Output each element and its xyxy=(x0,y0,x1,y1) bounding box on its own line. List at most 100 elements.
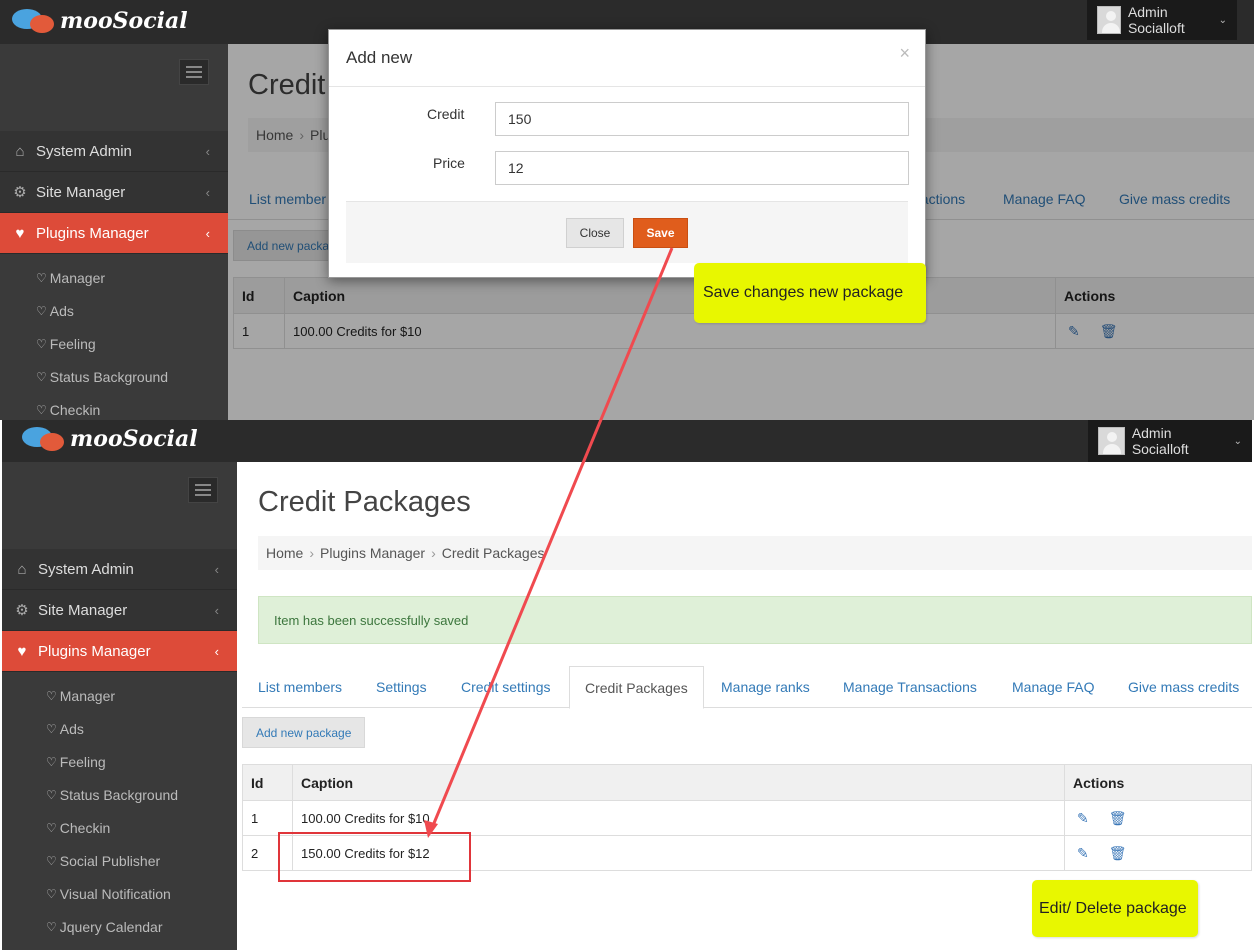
chat-bubbles-logo-icon xyxy=(12,7,56,35)
annotation-edit-note: Edit/ Delete package xyxy=(1032,880,1198,937)
sidebar-item-label: Site Manager xyxy=(36,183,126,201)
sidebar-subitem-label: Ads xyxy=(59,721,84,737)
modal-title: Add new xyxy=(346,48,413,67)
plug-small-icon: ♡ xyxy=(36,304,47,318)
sidebar-subitem-label: Status Background xyxy=(59,787,179,803)
sidebar-item-label: System Admin xyxy=(38,560,134,578)
sidebar-subitem-status-background[interactable]: ♡ Status Background xyxy=(46,783,178,807)
plug-icon: ♥ xyxy=(17,642,27,660)
plug-small-icon: ♡ xyxy=(46,788,57,802)
user-menu[interactable]: Admin Socialloft ⌄ xyxy=(1088,420,1252,462)
sidebar-item-system-admin[interactable]: ⌂ System Admin ‹ xyxy=(2,549,237,590)
sidebar-item-label: Plugins Manager xyxy=(36,224,149,242)
menu-toggle-icon[interactable] xyxy=(179,59,209,85)
screenshot-before-save: mooSocial Admin Socialloft ⌄ ⌂ System Ad… xyxy=(0,0,1254,420)
sidebar-subitem-label: Jquery Calendar xyxy=(59,919,163,935)
sidebar-subitem-feeling[interactable]: ♡ Feeling xyxy=(36,332,96,356)
plug-small-icon: ♡ xyxy=(46,821,57,835)
user-name: Admin Socialloft xyxy=(1131,425,1189,457)
sidebar-subitem-label: Feeling xyxy=(49,336,96,352)
close-button[interactable]: Close xyxy=(566,218,624,248)
logo-text: mooSocial xyxy=(60,8,188,34)
delete-trash-icon[interactable]: 🗑 xyxy=(1109,810,1127,827)
sidebar-subitem-feeling[interactable]: ♡ Feeling xyxy=(46,750,106,774)
sidebar-subitem-label: Checkin xyxy=(59,820,111,836)
sidebar-subitem-status-background[interactable]: ♡ Status Background xyxy=(36,365,168,389)
edit-pencil-icon[interactable]: ✎ xyxy=(1077,845,1089,862)
table-header-row: Id Caption Actions xyxy=(243,765,1251,801)
sidebar-subitem-social-publisher[interactable]: ♡ Social Publisher xyxy=(46,849,160,873)
chevron-left-icon: ‹ xyxy=(205,184,210,200)
sidebar-subitem-checkin[interactable]: ♡ Checkin xyxy=(36,398,100,420)
sidebar-subitem-ads[interactable]: ♡ Ads xyxy=(36,299,74,323)
add-new-package-modal: Add new × Credit Price Close Save xyxy=(328,29,926,278)
plug-small-icon: ♡ xyxy=(36,271,47,285)
chevron-left-icon: ‹ xyxy=(205,225,210,241)
sidebar-subitem-jquery-calendar[interactable]: ♡ Jquery Calendar xyxy=(46,915,163,939)
edit-pencil-icon[interactable]: ✎ xyxy=(1077,810,1089,827)
tab-manage-faq[interactable]: Manage FAQ xyxy=(1012,666,1095,708)
sidebar: ⌂ System Admin ‹ ⚙ Site Manager ‹ ♥ Plug… xyxy=(0,44,228,420)
tab-manage-transactions[interactable]: Manage Transactions xyxy=(843,666,977,708)
plug-small-icon: ♡ xyxy=(36,337,47,351)
breadcrumb-home[interactable]: Home xyxy=(266,545,303,561)
sidebar-item-site-manager[interactable]: ⚙ Site Manager ‹ xyxy=(0,172,228,213)
logo-text: mooSocial xyxy=(70,426,198,452)
breadcrumb-plugins-manager[interactable]: Plugins Manager xyxy=(320,545,425,561)
chevron-left-icon: ‹ xyxy=(214,561,219,577)
cell-id: 1 xyxy=(243,801,293,835)
sidebar-item-label: Plugins Manager xyxy=(38,642,151,660)
user-menu[interactable]: Admin Socialloft ⌄ xyxy=(1087,0,1237,40)
price-input[interactable] xyxy=(495,151,909,185)
tab-give-mass-credits[interactable]: Give mass credits xyxy=(1128,666,1239,708)
table-row: 1 100.00 Credits for $10 ✎ 🗑 xyxy=(243,801,1251,836)
sidebar-subitem-label: Visual Notification xyxy=(59,886,171,902)
header-id: Id xyxy=(243,765,293,800)
price-label: Price xyxy=(433,155,465,171)
tabs-bar: List members Settings Credit settings Cr… xyxy=(242,666,1252,709)
chat-bubbles-logo-icon xyxy=(22,425,66,453)
sidebar-subitem-label: Status Background xyxy=(49,369,169,385)
header-caption: Caption xyxy=(293,765,1065,800)
annotation-save-note: Save changes new package xyxy=(694,263,926,323)
credit-label: Credit xyxy=(427,106,465,122)
moosocial-logo[interactable]: mooSocial xyxy=(22,425,198,453)
user-name: Admin Socialloft xyxy=(1127,4,1185,36)
avatar xyxy=(1097,6,1121,34)
add-new-package-button[interactable]: Add new package xyxy=(242,717,366,748)
cell-actions: ✎ 🗑 xyxy=(1065,801,1252,835)
sidebar-subitem-checkin[interactable]: ♡ Checkin xyxy=(46,816,110,840)
plug-small-icon: ♡ xyxy=(46,689,57,703)
sidebar-item-system-admin[interactable]: ⌂ System Admin ‹ xyxy=(0,131,228,172)
credit-input[interactable] xyxy=(495,102,909,136)
sidebar-item-label: System Admin xyxy=(36,142,132,160)
plug-small-icon: ♡ xyxy=(46,887,57,901)
avatar xyxy=(1098,427,1125,455)
sidebar-subitem-label: Manager xyxy=(59,688,116,704)
tab-settings[interactable]: Settings xyxy=(376,666,427,708)
tab-credit-packages[interactable]: Credit Packages xyxy=(569,666,704,709)
home-icon: ⌂ xyxy=(17,560,27,578)
plug-small-icon: ♡ xyxy=(36,403,47,417)
breadcrumb-separator: › xyxy=(431,545,436,561)
sidebar-item-site-manager[interactable]: ⚙ Site Manager ‹ xyxy=(2,590,237,631)
sidebar-subitem-manager[interactable]: ♡ Manager xyxy=(46,684,115,708)
tab-manage-ranks[interactable]: Manage ranks xyxy=(721,666,810,708)
save-button[interactable]: Save xyxy=(633,218,688,248)
sidebar: ⌂ System Admin ‹ ⚙ Site Manager ‹ ♥ Plug… xyxy=(2,462,237,950)
chevron-left-icon: ‹ xyxy=(214,602,219,618)
sidebar-subitem-label: Ads xyxy=(49,303,74,319)
sidebar-item-plugins-manager[interactable]: ♥ Plugins Manager ‹ xyxy=(2,631,237,672)
delete-trash-icon[interactable]: 🗑 xyxy=(1109,845,1127,862)
close-icon[interactable]: × xyxy=(899,43,910,64)
sidebar-subitem-label: Feeling xyxy=(59,754,106,770)
sidebar-subitem-visual-notification[interactable]: ♡ Visual Notification xyxy=(46,882,171,906)
tab-list-members[interactable]: List members xyxy=(258,666,342,708)
tab-credit-settings[interactable]: Credit settings xyxy=(461,666,550,708)
sidebar-subitem-manager[interactable]: ♡ Manager xyxy=(36,266,105,290)
sidebar-item-plugins-manager[interactable]: ♥ Plugins Manager ‹ xyxy=(0,213,228,254)
menu-toggle-icon[interactable] xyxy=(188,477,218,503)
plug-small-icon: ♡ xyxy=(36,370,47,384)
sidebar-subitem-ads[interactable]: ♡ Ads xyxy=(46,717,84,741)
moosocial-logo[interactable]: mooSocial xyxy=(12,7,188,35)
